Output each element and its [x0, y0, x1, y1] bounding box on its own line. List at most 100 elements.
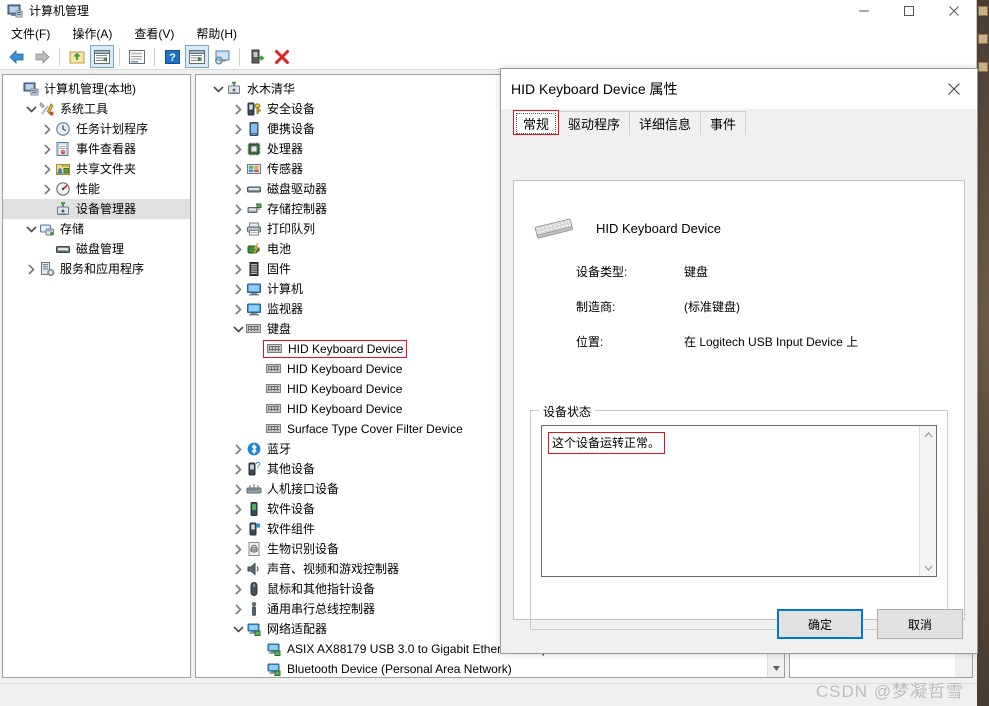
- chevron-right-icon[interactable]: [230, 440, 246, 458]
- desktop-icon: [978, 62, 988, 72]
- chevron-right-icon[interactable]: [39, 160, 55, 178]
- chevron-right-icon[interactable]: [39, 180, 55, 198]
- scan-hardware-icon[interactable]: [210, 45, 234, 68]
- tree-item-label: 键盘: [267, 322, 292, 336]
- sidebar-item[interactable]: 任务计划程序: [3, 119, 190, 139]
- console-tree[interactable]: 计算机管理(本地) 系统工具任务计划程序事件查看器共享文件夹性能 设备管理器 存储磁盘…: [3, 75, 190, 279]
- show-tree-icon[interactable]: [90, 45, 114, 68]
- sidebar-item[interactable]: 存储: [3, 219, 190, 239]
- tab-常规[interactable]: 常规: [513, 110, 560, 135]
- chevron-right-icon[interactable]: [230, 200, 246, 218]
- chevron-down-icon[interactable]: [23, 100, 39, 118]
- chevron-right-icon[interactable]: [230, 300, 246, 318]
- chevron-right-icon[interactable]: [230, 600, 246, 618]
- chevron-right-icon[interactable]: [230, 240, 246, 258]
- menu-help[interactable]: 帮助(H): [193, 23, 240, 44]
- chevron-right-icon[interactable]: [230, 500, 246, 518]
- chevron-right-icon[interactable]: [230, 160, 246, 178]
- chevron-right-icon[interactable]: [230, 280, 246, 298]
- window-titlebar: 计算机管理: [0, 0, 976, 22]
- chevron-right-icon[interactable]: [230, 140, 246, 158]
- help-icon[interactable]: ?: [160, 45, 184, 68]
- tab-详细信息[interactable]: 详细信息: [629, 111, 702, 135]
- menubar: 文件(F) 操作(A) 查看(V) 帮助(H): [0, 22, 976, 44]
- sidebar-item[interactable]: 系统工具: [3, 99, 190, 119]
- sidebar-item[interactable]: 事件查看器: [3, 139, 190, 159]
- chevron-right-icon[interactable]: [230, 120, 246, 138]
- tab-label: 详细信息: [639, 117, 692, 132]
- chevron-right-icon[interactable]: [230, 520, 246, 538]
- shared-folders-icon: [55, 161, 71, 177]
- close-button[interactable]: [931, 0, 976, 22]
- device-property-label: 制造商:: [576, 300, 616, 314]
- device-tree-item[interactable]: Bluetooth Device (Personal Area Network): [196, 659, 766, 677]
- sidebar-item[interactable]: 共享文件夹: [3, 159, 190, 179]
- chevron-down-icon[interactable]: [230, 620, 246, 638]
- maximize-button[interactable]: [886, 0, 931, 22]
- tree-item-label: 固件: [267, 262, 292, 276]
- tree-item-label: 通用串行总线控制器: [267, 602, 376, 616]
- console-icon[interactable]: [185, 45, 209, 68]
- tab-驱动程序[interactable]: 驱动程序: [558, 111, 631, 135]
- chevron-right-icon[interactable]: [23, 260, 39, 278]
- cancel-button[interactable]: 取消: [877, 609, 963, 639]
- event-viewer-icon: [55, 141, 71, 157]
- dialog-close-button[interactable]: [931, 69, 977, 109]
- chevron-right-icon[interactable]: [39, 140, 55, 158]
- chevron-down-icon[interactable]: [210, 80, 226, 98]
- menu-file[interactable]: 文件(F): [8, 23, 53, 44]
- back-icon[interactable]: [5, 45, 29, 68]
- tree-item-label: 鼠标和其他指针设备: [267, 582, 376, 596]
- chevron-right-icon[interactable]: [230, 560, 246, 578]
- device-status-scrollbar[interactable]: [919, 426, 936, 576]
- tree-item-label: 打印队列: [267, 222, 316, 236]
- keyboard-icon: [267, 341, 283, 357]
- scroll-down-button[interactable]: [768, 660, 784, 677]
- properties-icon[interactable]: [125, 45, 149, 68]
- tree-item-label: 系统工具: [60, 102, 109, 116]
- chevron-down-icon[interactable]: [23, 220, 39, 238]
- sidebar-item[interactable]: 服务和应用程序: [3, 259, 190, 279]
- status-scroll-up-icon[interactable]: [920, 426, 937, 443]
- update-driver-icon[interactable]: [245, 45, 269, 68]
- tab-事件[interactable]: 事件: [700, 111, 747, 135]
- sidebar-item[interactable]: 性能: [3, 179, 190, 199]
- sidebar-item[interactable]: 设备管理器: [3, 199, 190, 219]
- security-device-icon: [246, 101, 262, 117]
- sidebar-item[interactable]: 磁盘管理: [3, 239, 190, 259]
- audio-icon: [246, 561, 262, 577]
- menu-action[interactable]: 操作(A): [69, 23, 115, 44]
- chevron-down-icon[interactable]: [230, 320, 246, 338]
- chevron-right-icon[interactable]: [39, 120, 55, 138]
- chevron-right-icon[interactable]: [230, 260, 246, 278]
- sidebar-item[interactable]: 计算机管理(本地): [3, 79, 190, 99]
- chevron-right-icon[interactable]: [230, 540, 246, 558]
- tree-item-label: 磁盘管理: [76, 242, 125, 256]
- chevron-right-icon[interactable]: [230, 220, 246, 238]
- chevron-right-icon[interactable]: [230, 100, 246, 118]
- chevron-right-icon[interactable]: [230, 580, 246, 598]
- device-status-textbox[interactable]: 这个设备运转正常。: [541, 425, 937, 577]
- uninstall-device-icon[interactable]: [270, 45, 294, 68]
- status-scroll-down-icon[interactable]: [920, 559, 937, 576]
- tree-item-label: 传感器: [267, 162, 304, 176]
- chevron-right-icon[interactable]: [230, 480, 246, 498]
- tree-item-label: 共享文件夹: [76, 162, 137, 176]
- up-folder-icon[interactable]: [65, 45, 89, 68]
- chevron-right-icon[interactable]: [230, 460, 246, 478]
- minimize-button[interactable]: [841, 0, 886, 22]
- ok-button[interactable]: 确定: [777, 609, 863, 639]
- menu-view[interactable]: 查看(V): [131, 23, 177, 44]
- forward-icon[interactable]: [30, 45, 54, 68]
- tree-item-label: 声音、视频和游戏控制器: [267, 562, 400, 576]
- dialog-tabstrip[interactable]: 常规 驱动程序 详细信息 事件: [501, 109, 977, 135]
- device-name-label: HID Keyboard Device: [596, 220, 721, 236]
- chevron-right-icon[interactable]: [230, 180, 246, 198]
- tree-item-label: 任务计划程序: [76, 122, 149, 136]
- tab-focus-outline: [516, 113, 557, 134]
- dialog-tab-content: HID Keyboard Device 设备类型: 键盘 制造商: (标准键盘) 位置:…: [513, 180, 965, 630]
- watermark: CSDN @梦凝哲雪: [815, 682, 964, 701]
- tree-item-label: 处理器: [267, 142, 304, 156]
